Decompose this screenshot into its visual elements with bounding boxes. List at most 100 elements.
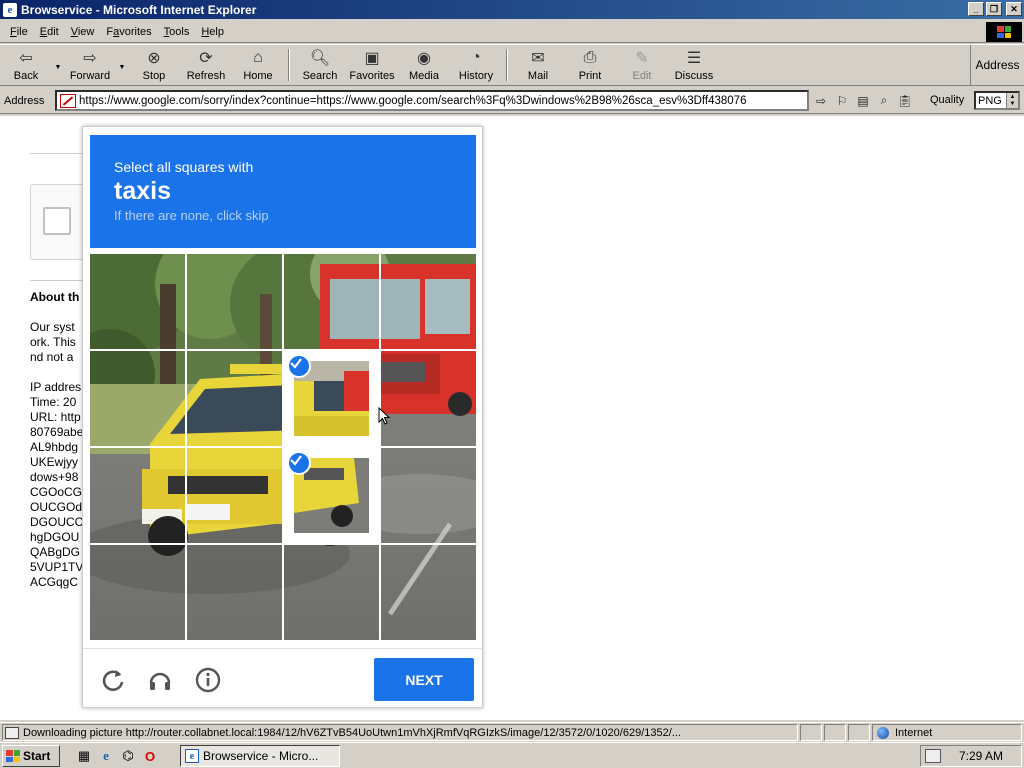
captcha-tile[interactable] <box>284 254 379 349</box>
edit-icon: ✎ <box>635 50 649 67</box>
favorites-button[interactable]: ▣ Favorites <box>346 45 398 85</box>
ie-quicklaunch-icon[interactable]: e <box>97 747 115 765</box>
menu-view[interactable]: View <box>65 24 101 40</box>
back-arrow-icon: ⇦ <box>19 50 33 67</box>
menu-edit[interactable]: Edit <box>34 24 65 40</box>
bookmark-icon[interactable]: ⚐ <box>833 92 851 109</box>
quality-spinner[interactable]: ▲ ▼ <box>1006 93 1018 108</box>
window-title: Browservice - Microsoft Internet Explore… <box>21 2 257 17</box>
mail-icon: ✉ <box>531 50 545 67</box>
download-page-icon <box>5 726 19 739</box>
start-button[interactable]: Start <box>2 745 60 767</box>
home-button[interactable]: ⌂ Home <box>232 45 284 85</box>
network-icon[interactable]: ⌬ <box>119 747 137 765</box>
reload-icon[interactable] <box>99 666 127 694</box>
audio-headphones-icon[interactable] <box>146 666 174 694</box>
captcha-tile[interactable] <box>187 254 282 349</box>
captcha-tile[interactable] <box>187 448 282 543</box>
info-icon[interactable] <box>194 666 222 694</box>
internet-globe-icon <box>877 726 889 739</box>
quality-label: Quality <box>930 94 965 106</box>
captcha-tile[interactable] <box>284 545 379 640</box>
captcha-tile[interactable] <box>187 545 282 640</box>
status-cell <box>848 724 870 741</box>
restore-button[interactable]: ❐ <box>986 2 1002 16</box>
captcha-target: taxis <box>114 177 171 205</box>
ie-icon: e <box>185 749 199 763</box>
captcha-tile[interactable] <box>90 254 185 349</box>
forward-arrow-icon: ⇨ <box>83 50 97 67</box>
menu-help[interactable]: Help <box>195 24 230 40</box>
address-toolbar-label[interactable]: Address <box>970 45 1024 85</box>
captcha-tile[interactable] <box>187 351 282 446</box>
back-dropdown[interactable]: ▼ <box>52 45 64 85</box>
divider <box>30 280 90 281</box>
captcha-image-grid <box>90 254 476 640</box>
captcha-tile[interactable] <box>90 351 185 446</box>
captcha-tile-selected[interactable] <box>284 351 379 446</box>
ie-icon: e <box>3 2 17 17</box>
edit-button[interactable]: ✎ Edit <box>616 45 668 85</box>
clipboard-icon[interactable]: 📋︎ <box>896 92 914 109</box>
refresh-icon: ⟳ <box>199 50 213 67</box>
printer-icon: ⎙ <box>583 49 597 66</box>
windows-throbber <box>986 22 1022 42</box>
security-zone: Internet <box>872 724 1022 741</box>
captcha-tile[interactable] <box>381 351 476 446</box>
taskbar-browser-window[interactable]: e Browservice - Micro... <box>180 745 340 767</box>
divider <box>30 153 90 154</box>
address-url: https://www.google.com/sorry/index?conti… <box>79 94 747 107</box>
discuss-button[interactable]: ☰ Discuss <box>668 45 720 85</box>
search-icon: 🔍︎ <box>309 50 331 67</box>
refresh-button[interactable]: ⟳ Refresh <box>180 45 232 85</box>
stop-icon: ⊗ <box>147 50 161 67</box>
tile-check-icon <box>287 354 311 378</box>
find-binoculars-icon[interactable]: ⌕ <box>875 92 893 109</box>
quality-select[interactable]: PNG ▲ ▼ <box>974 91 1020 110</box>
forward-dropdown[interactable]: ▼ <box>116 45 128 85</box>
captcha-tile[interactable] <box>381 448 476 543</box>
about-heading: About th <box>30 290 80 304</box>
stop-button[interactable]: ⊗ Stop <box>128 45 180 85</box>
captcha-tile-selected[interactable] <box>284 448 379 543</box>
status-text-panel: Downloading picture http://router.collab… <box>2 724 798 741</box>
page-view-icon[interactable]: ▤ <box>854 92 872 109</box>
captcha-instruction: Select all squares with <box>114 159 254 175</box>
search-button[interactable]: 🔍︎ Search <box>294 45 346 85</box>
show-desktop-icon[interactable]: ▦ <box>75 747 93 765</box>
mail-button[interactable]: ✉ Mail <box>512 45 564 85</box>
toolbar-separator <box>506 49 508 81</box>
taskbar: Start ▦ e ⌬ O e Browservice - Micro... 7… <box>0 742 1024 768</box>
menu-favorites[interactable]: Favorites <box>100 24 157 40</box>
status-cell <box>800 724 822 741</box>
about-body: Our syst ork. This nd not a IP addres Ti… <box>30 320 84 589</box>
back-button[interactable]: ⇦ Back <box>0 45 52 85</box>
opera-icon[interactable]: O <box>141 747 159 765</box>
address-bar: Address https://www.google.com/sorry/ind… <box>0 88 1024 114</box>
broken-page-icon <box>60 93 76 108</box>
status-bar: Downloading picture http://router.collab… <box>0 722 1024 741</box>
captcha-tile[interactable] <box>90 545 185 640</box>
captcha-tile[interactable] <box>381 254 476 349</box>
captcha-tile[interactable] <box>90 448 185 543</box>
minimize-button[interactable]: _ <box>968 2 984 16</box>
home-icon: ⌂ <box>253 49 263 66</box>
close-button[interactable]: ✕ <box>1006 2 1022 16</box>
next-button[interactable]: NEXT <box>374 658 474 701</box>
windows-logo-icon <box>6 750 20 762</box>
forward-button[interactable]: ⇨ Forward <box>64 45 116 85</box>
history-button[interactable]: ◔ History <box>450 45 502 85</box>
recaptcha-checkbox[interactable] <box>43 207 71 235</box>
menu-tools[interactable]: Tools <box>158 24 196 40</box>
captcha-dialog: Select all squares with taxis If there a… <box>82 126 483 708</box>
address-input[interactable]: https://www.google.com/sorry/index?conti… <box>55 90 809 111</box>
toolbar-separator <box>288 49 290 81</box>
menu-file[interactable]: File <box>4 24 34 40</box>
go-arrow-icon[interactable]: ⇨ <box>812 92 830 109</box>
captcha-footer: NEXT <box>83 648 482 708</box>
tray-icon[interactable] <box>925 749 941 763</box>
captcha-tile[interactable] <box>381 545 476 640</box>
history-icon: ◔ <box>471 49 481 66</box>
media-button[interactable]: ◉ Media <box>398 45 450 85</box>
print-button[interactable]: ⎙ Print <box>564 45 616 85</box>
